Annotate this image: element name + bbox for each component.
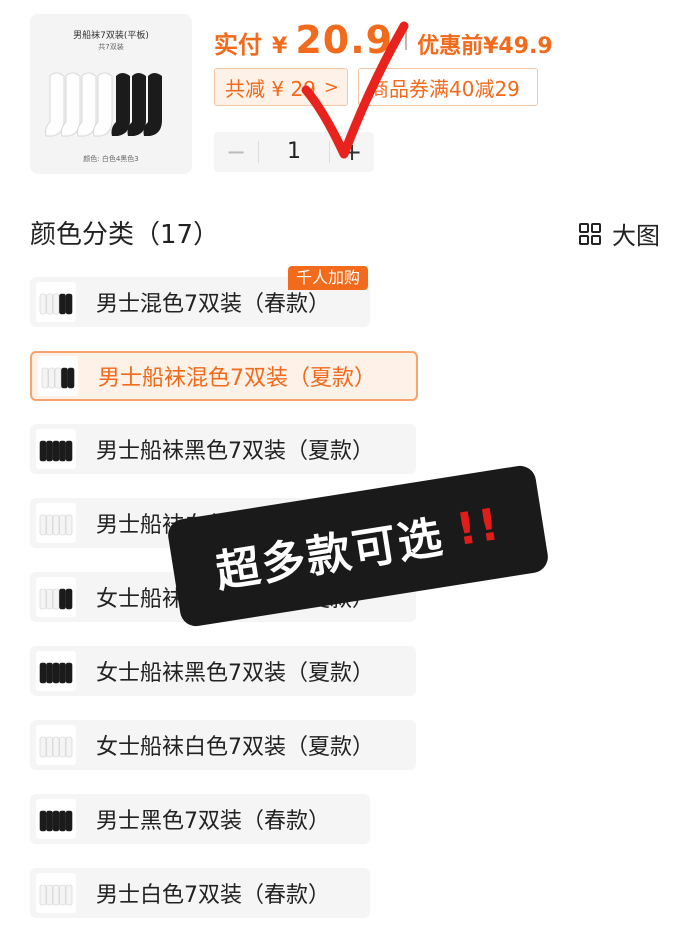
variant-option[interactable]: 女士船袜黑色7双装（夏款） xyxy=(30,646,416,696)
variant-label: 男士船袜混色7双装（夏款） xyxy=(98,366,376,391)
variant-option[interactable]: 女士船袜白色7双装（夏款） xyxy=(30,720,416,770)
promo-text: 超多款可选 xyxy=(212,511,448,599)
product-thumbnail[interactable]: 男船袜7双装(平板) 共7双装 颜色: 白色4黑色3 xyxy=(30,14,192,174)
grid-icon xyxy=(579,222,601,245)
decrease-button[interactable]: − xyxy=(214,138,258,166)
variant-thumbnail xyxy=(36,577,76,617)
hot-badge: 千人加购 xyxy=(288,266,369,290)
variant-thumbnail xyxy=(36,873,76,913)
big-view-toggle[interactable]: 大图 xyxy=(578,216,660,251)
variant-thumbnail xyxy=(36,503,76,543)
paid-label: 实付 xyxy=(214,31,262,59)
thumbnail-footer: 颜色: 白色4黑色3 xyxy=(83,155,139,163)
variant-label: 女士船袜白色7双装（夏款） xyxy=(96,735,374,760)
thumbnail-title: 男船袜7双装(平板) xyxy=(73,31,149,41)
variant-label: 男士黑色7双装（春款） xyxy=(96,809,330,834)
sock-thumbnail-icon xyxy=(39,884,73,906)
sock-thumbnail-icon xyxy=(39,810,73,832)
big-view-label: 大图 xyxy=(612,222,660,250)
sock-thumbnail-icon xyxy=(39,662,73,684)
sock-thumbnail-icon xyxy=(39,736,73,758)
variant-thumbnail xyxy=(36,799,76,839)
variant-thumbnail xyxy=(36,282,76,322)
socks-image xyxy=(45,72,162,137)
sock-thumbnail-icon xyxy=(39,588,73,610)
sock-thumbnail-icon xyxy=(39,440,73,462)
original-label: 优惠前 xyxy=(417,34,484,59)
sock-thumbnail-icon xyxy=(39,514,73,536)
variant-heading: 颜色分类（17） xyxy=(30,220,220,250)
original-currency: ¥ xyxy=(483,34,499,59)
double-exclamation-icon: !! xyxy=(452,498,505,556)
variant-label: 男士船袜黑色7双装（夏款） xyxy=(96,439,374,464)
sock-thumbnail-icon xyxy=(41,367,75,389)
variant-option[interactable]: 男士白色7双装（春款） xyxy=(30,868,370,918)
variant-option[interactable]: 男士船袜黑色7双装（夏款） xyxy=(30,424,416,474)
variant-thumbnail xyxy=(36,651,76,691)
paid-currency: ¥ xyxy=(272,34,288,59)
variant-label: 男士白色7双装（春款） xyxy=(96,883,330,908)
sock-thumbnail-icon xyxy=(39,293,73,315)
thumbnail-subtitle: 共7双装 xyxy=(98,43,124,51)
variant-option[interactable]: 男士黑色7双装（春款） xyxy=(30,794,370,844)
variant-thumbnail xyxy=(36,429,76,469)
variant-thumbnail xyxy=(36,725,76,765)
variant-option-selected[interactable]: 男士船袜混色7双装（夏款） xyxy=(30,351,418,401)
original-price: 49.9 xyxy=(498,34,553,59)
checkmark-icon xyxy=(301,21,409,159)
variant-label: 男士混色7双装（春款） xyxy=(96,292,330,317)
variant-thumbnail xyxy=(38,356,78,396)
variant-label: 女士船袜黑色7双装（夏款） xyxy=(96,661,374,686)
